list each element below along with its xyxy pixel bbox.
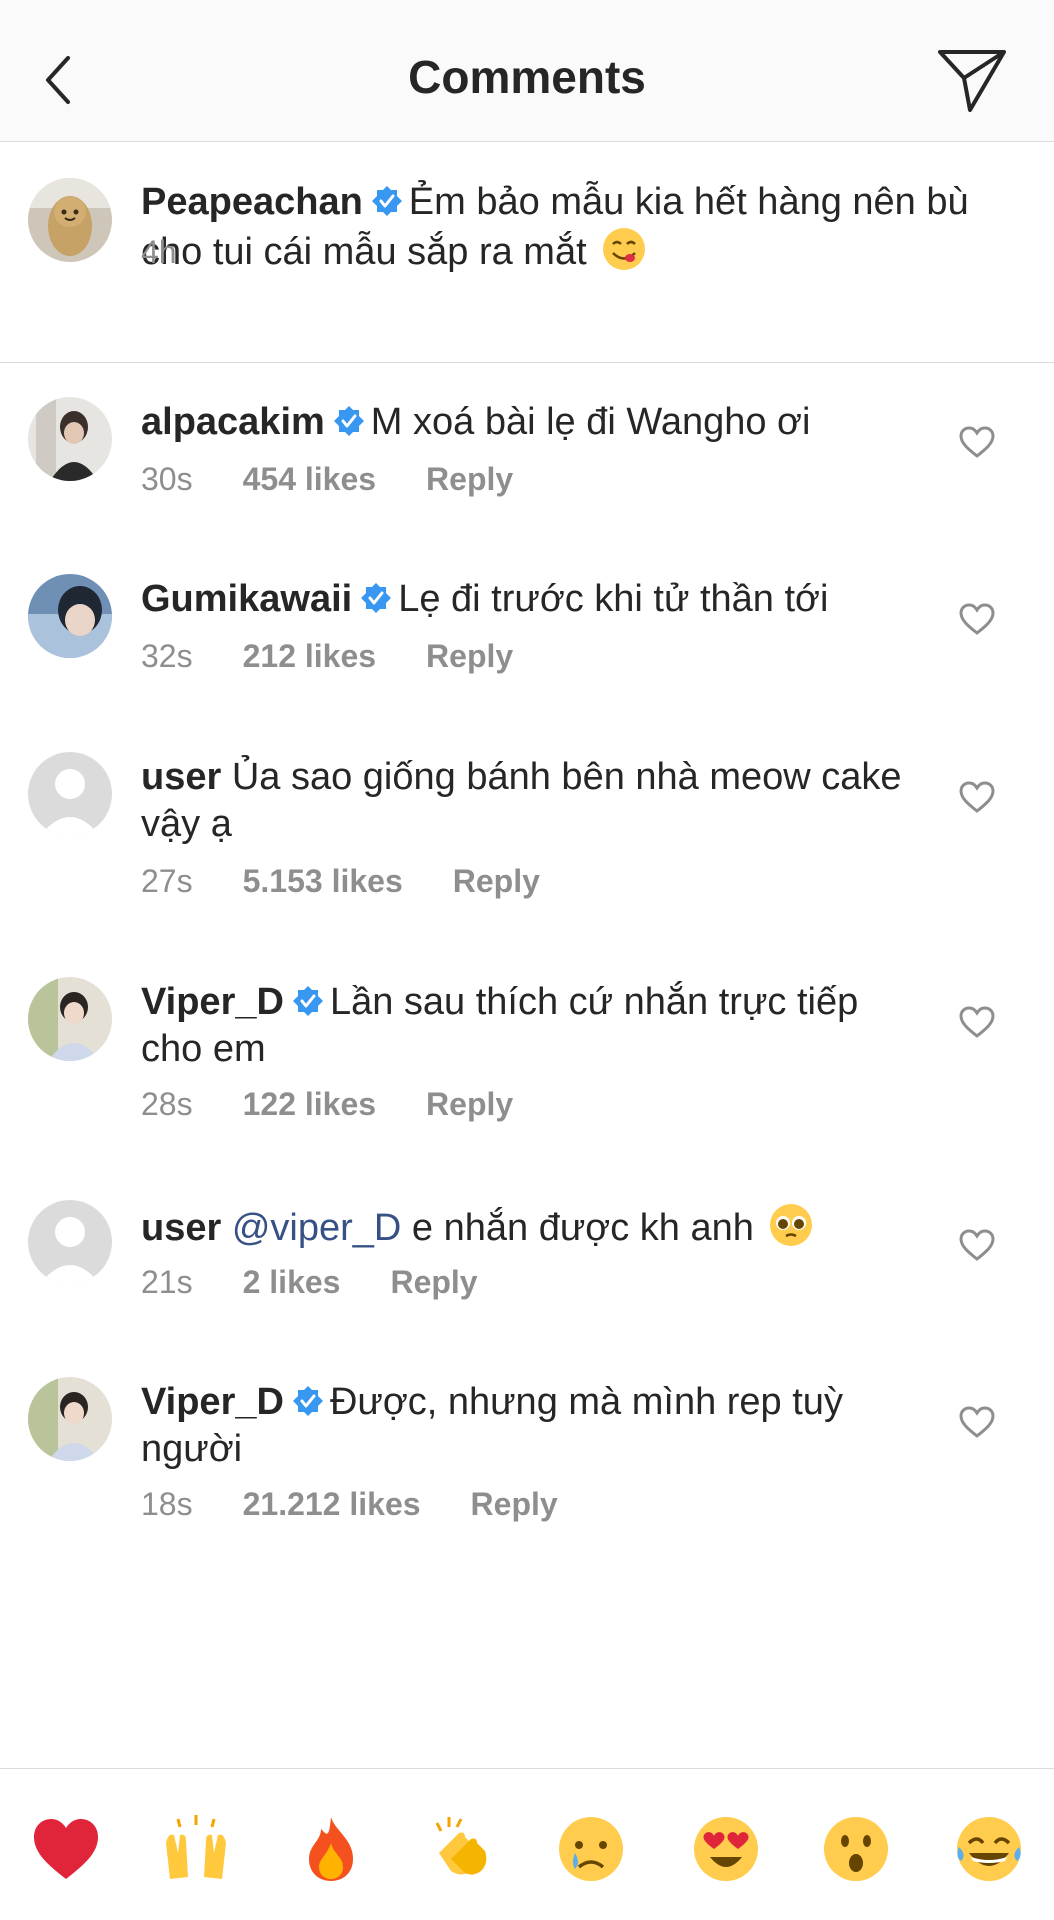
caption-username[interactable]: Peapeachan: [141, 181, 363, 223]
avatar[interactable]: [28, 1377, 112, 1461]
caption-time: 4h: [141, 234, 177, 270]
comment-meta: 30s 454 likes Reply: [141, 461, 513, 498]
comment-meta: 27s 5.153 likes Reply: [141, 863, 540, 900]
avatar[interactable]: [28, 397, 112, 481]
comment-meta: 32s 212 likes Reply: [141, 638, 513, 675]
verified-badge-icon: [333, 406, 364, 436]
comment-time: 28s: [141, 1086, 193, 1122]
comment-text: Viper_D Được, nhưng mà mình rep tuỳ người: [141, 1379, 861, 1473]
default-user-icon: [28, 752, 112, 836]
tears-of-joy-emoji[interactable]: [953, 1813, 1025, 1885]
comment-username[interactable]: user: [141, 756, 221, 798]
comment-username[interactable]: user: [141, 1207, 221, 1249]
raising-hands-emoji[interactable]: [160, 1813, 232, 1885]
heart-icon[interactable]: [958, 780, 996, 814]
comment-text: Gumikawaii Lẹ đi trước khi tử thần tới: [141, 576, 941, 623]
comment-time: 21s: [141, 1264, 193, 1300]
avatar-peanut-plush-image: [28, 178, 112, 262]
comment-meta: 18s 21.212 likes Reply: [141, 1486, 558, 1523]
comment-time: 27s: [141, 863, 193, 899]
crying-face-emoji[interactable]: [555, 1813, 627, 1885]
comment-time: 30s: [141, 461, 193, 497]
comment-body: Ủa sao giống bánh bên nhà meow cake vậy …: [141, 756, 902, 845]
comment-text: user @viper_D e nhắn được kh anh: [141, 1202, 941, 1252]
pleading-face-emoji: [770, 1204, 813, 1246]
comment-body: M xoá bài lẹ đi Wangho ơi: [370, 401, 811, 443]
comment-time: 32s: [141, 638, 193, 674]
likes-count[interactable]: 21.212 likes: [243, 1486, 421, 1522]
avatar-placeholder[interactable]: [28, 752, 112, 836]
heart-icon[interactable]: [958, 1005, 996, 1039]
surprised-face-emoji[interactable]: [820, 1813, 892, 1885]
comment-username[interactable]: Viper_D: [141, 1381, 284, 1423]
post-caption: Peapeachan Ẻm bảo mẫu kia hết hàng nên bù…: [0, 143, 1054, 363]
likes-count[interactable]: 212 likes: [243, 638, 376, 674]
caption-text: Peapeachan Ẻm bảo mẫu kia hết hàng nên bù…: [141, 179, 1021, 276]
comment-text: alpacakim M xoá bài lẹ đi Wangho ơi: [141, 399, 941, 446]
caption-meta: 4h: [141, 234, 177, 271]
reply-button[interactable]: Reply: [471, 1486, 558, 1522]
likes-count[interactable]: 454 likes: [243, 461, 376, 497]
avatar-photo-image: [28, 397, 112, 481]
comment-username[interactable]: Viper_D: [141, 981, 284, 1023]
heart-icon[interactable]: [958, 425, 996, 459]
page-title: Comments: [408, 51, 646, 103]
face-savoring-food-emoji: [603, 228, 646, 270]
fire-emoji[interactable]: [295, 1813, 367, 1885]
avatar[interactable]: [28, 977, 112, 1061]
verified-badge-icon: [371, 186, 402, 216]
comment-body: e nhắn được kh anh: [411, 1207, 754, 1249]
heart-icon[interactable]: [958, 602, 996, 636]
verified-badge-icon: [292, 986, 323, 1016]
reply-button[interactable]: Reply: [426, 638, 513, 674]
comment-body: Lẹ đi trước khi tử thần tới: [398, 578, 829, 620]
quick-reaction-bar: [0, 1768, 1054, 1920]
comment-username[interactable]: Gumikawaii: [141, 578, 352, 620]
top-bar: Comments: [0, 0, 1054, 142]
avatar[interactable]: [28, 178, 112, 262]
likes-count[interactable]: 2 likes: [243, 1264, 341, 1300]
comment-text: Viper_D Lần sau thích cứ nhắn trực tiếp c…: [141, 979, 921, 1073]
avatar-photo-image: [28, 574, 112, 658]
heart-eyes-emoji[interactable]: [690, 1813, 762, 1885]
verified-badge-icon: [292, 1386, 323, 1416]
red-heart-emoji[interactable]: [30, 1813, 102, 1885]
reply-button[interactable]: Reply: [453, 863, 540, 899]
default-user-icon: [28, 1200, 112, 1284]
comment-time: 18s: [141, 1486, 193, 1522]
paper-plane-icon[interactable]: [936, 48, 1008, 114]
likes-count[interactable]: 122 likes: [243, 1086, 376, 1122]
reply-button[interactable]: Reply: [426, 1086, 513, 1122]
avatar-photo-image: [28, 977, 112, 1061]
heart-icon[interactable]: [958, 1228, 996, 1262]
heart-icon[interactable]: [958, 1405, 996, 1439]
comment-username[interactable]: alpacakim: [141, 401, 325, 443]
avatar-photo-image: [28, 1377, 112, 1461]
verified-badge-icon: [361, 583, 392, 613]
avatar[interactable]: [28, 574, 112, 658]
avatar-placeholder[interactable]: [28, 1200, 112, 1284]
reply-button[interactable]: Reply: [390, 1264, 477, 1300]
reply-button[interactable]: Reply: [426, 461, 513, 497]
mention-link[interactable]: @viper_D: [232, 1207, 402, 1249]
comment-text: user Ủa sao giống bánh bên nhà meow cake…: [141, 754, 921, 848]
comment-meta: 28s 122 likes Reply: [141, 1086, 513, 1123]
clapping-hands-emoji[interactable]: [425, 1813, 497, 1885]
likes-count[interactable]: 5.153 likes: [243, 863, 403, 899]
comment-meta: 21s 2 likes Reply: [141, 1264, 478, 1301]
